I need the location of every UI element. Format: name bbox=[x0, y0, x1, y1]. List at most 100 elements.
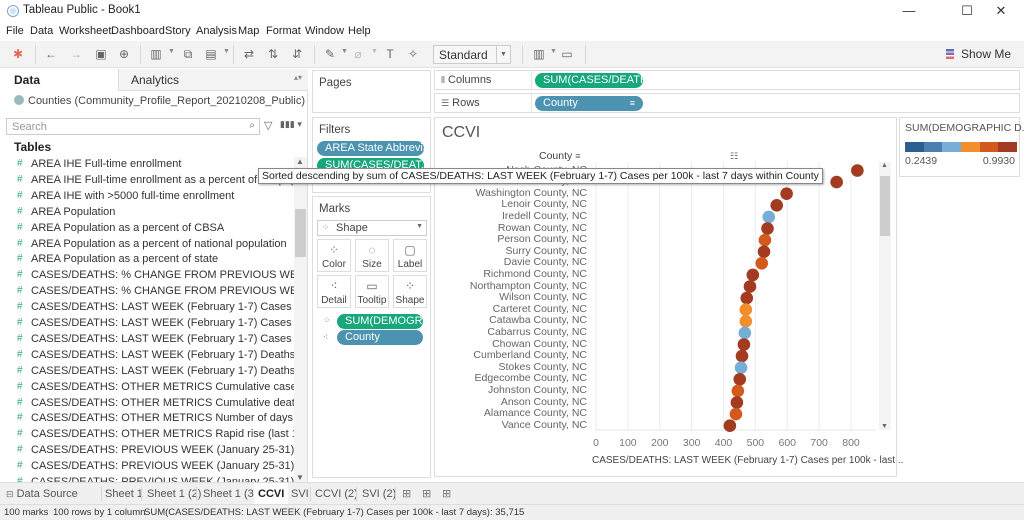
data-point[interactable] bbox=[739, 315, 753, 328]
field-item[interactable]: # CASES/DEATHS: LAST WEEK (February 1-7) … bbox=[0, 364, 295, 380]
show-labels-icon[interactable]: T bbox=[382, 46, 398, 62]
data-point[interactable] bbox=[730, 396, 744, 409]
marks-pill-demographic[interactable]: SUM(DEMOGR.. bbox=[337, 314, 423, 329]
view-scrollbar[interactable]: ▲ ▼ bbox=[879, 162, 891, 430]
mark-type-select[interactable]: ⁘ Shape ▼ bbox=[317, 220, 427, 236]
marks-detail-button[interactable]: ⁖ Detail bbox=[317, 275, 351, 308]
data-point[interactable] bbox=[780, 187, 793, 200]
new-worksheet-icon[interactable]: ▥ bbox=[148, 46, 164, 62]
tab-ccvi-2[interactable]: CCVI (2) bbox=[315, 483, 358, 505]
marks-color-button[interactable]: ⁘ Color bbox=[317, 239, 351, 272]
data-point[interactable] bbox=[770, 199, 784, 212]
marks-label-button[interactable]: ▢ Label bbox=[393, 239, 427, 272]
tab-sheet-1[interactable]: Sheet 1 bbox=[105, 483, 143, 505]
menu-format[interactable]: Format bbox=[266, 25, 301, 37]
sort-descending-icon[interactable]: ⇵ bbox=[289, 46, 305, 62]
menu-map[interactable]: Map bbox=[238, 25, 259, 37]
menu-file[interactable]: File bbox=[6, 25, 24, 37]
pane-menu-icon[interactable]: ▴▾ bbox=[294, 73, 302, 82]
data-point[interactable] bbox=[851, 164, 864, 177]
field-item[interactable]: # AREA Population as a percent of CBSA bbox=[0, 221, 295, 237]
tab-sheet-1-2[interactable]: Sheet 1 (2) bbox=[147, 483, 201, 505]
marks-tooltip-button[interactable]: ▭ Tooltip bbox=[355, 275, 389, 308]
undo-icon[interactable]: ← bbox=[43, 46, 59, 62]
scroll-down-icon[interactable]: ▼ bbox=[881, 423, 888, 430]
columns-pill[interactable]: SUM(CASES/DEATH.. bbox=[535, 73, 643, 88]
data-point[interactable] bbox=[738, 326, 752, 340]
field-list-scrollbar[interactable]: ▲ ▼ bbox=[294, 157, 307, 482]
clear-sheet-icon[interactable]: ▤ bbox=[203, 46, 219, 62]
field-item[interactable]: # CASES/DEATHS: PREVIOUS WEEK (January 25… bbox=[0, 443, 295, 459]
group-dropdown[interactable]: ▼ bbox=[371, 48, 378, 55]
field-item[interactable]: # CASES/DEATHS: OTHER METRICS Cumulative … bbox=[0, 396, 295, 412]
menu-window[interactable]: Window bbox=[305, 25, 344, 37]
show-cards-dropdown[interactable]: ▼ bbox=[550, 48, 557, 55]
data-point[interactable] bbox=[737, 338, 751, 351]
data-point[interactable] bbox=[830, 175, 843, 189]
new-datasource-icon[interactable]: ⊕ bbox=[116, 46, 132, 62]
menu-analysis[interactable]: Analysis bbox=[196, 25, 237, 37]
data-point[interactable] bbox=[743, 280, 757, 293]
field-item[interactable]: # CASES/DEATHS: % CHANGE FROM PREVIOUS WE… bbox=[0, 284, 295, 300]
menu-dashboard[interactable]: Dashboard bbox=[111, 25, 165, 37]
marks-size-button[interactable]: ◌ Size bbox=[355, 239, 389, 272]
highlight-dropdown[interactable]: ▼ bbox=[341, 48, 348, 55]
data-point[interactable] bbox=[723, 419, 737, 433]
minimize-button[interactable]: — bbox=[886, 0, 932, 22]
new-worksheet-dropdown[interactable]: ▼ bbox=[168, 48, 175, 55]
menu-story[interactable]: Story bbox=[165, 25, 191, 37]
field-item[interactable]: # CASES/DEATHS: OTHER METRICS Number of d… bbox=[0, 411, 295, 427]
group-icon[interactable]: ⌀ bbox=[350, 46, 366, 62]
field-item[interactable]: # CASES/DEATHS: % CHANGE FROM PREVIOUS WE… bbox=[0, 268, 295, 284]
data-point[interactable] bbox=[761, 222, 774, 235]
x-axis-title[interactable]: CASES/DEATHS: LAST WEEK (February 1-7) C… bbox=[592, 455, 903, 466]
close-button[interactable]: ✕ bbox=[978, 0, 1024, 22]
new-worksheet-tab-icon[interactable]: ⊞ bbox=[402, 483, 411, 505]
data-point[interactable] bbox=[733, 373, 747, 386]
tab-ccvi[interactable]: CCVI bbox=[254, 483, 289, 505]
datasource-item[interactable]: Counties (Community_Profile_Report_20210… bbox=[14, 95, 305, 107]
presentation-icon[interactable]: ▭ bbox=[559, 46, 575, 62]
filter-icon[interactable]: ▽ bbox=[264, 119, 272, 132]
tableau-logo-icon[interactable]: ✱ bbox=[10, 46, 26, 62]
search-input[interactable]: Search ⌕ bbox=[6, 118, 260, 135]
redo-icon[interactable]: → bbox=[68, 46, 84, 62]
menu-help[interactable]: Help bbox=[348, 25, 371, 37]
field-item[interactable]: # CASES/DEATHS: PREVIOUS WEEK (January 25… bbox=[0, 459, 295, 475]
field-item[interactable]: # AREA Population bbox=[0, 205, 295, 221]
data-point[interactable] bbox=[740, 291, 754, 305]
pin-icon[interactable]: ✧ bbox=[405, 46, 421, 62]
show-cards-icon[interactable]: ▥ bbox=[531, 46, 547, 62]
marks-pill-county[interactable]: County bbox=[337, 330, 423, 345]
field-item[interactable]: # CASES/DEATHS: LAST WEEK (February 1-7) … bbox=[0, 332, 295, 348]
field-item[interactable]: # AREA IHE with >5000 full-time enrollmen… bbox=[0, 189, 295, 205]
data-point[interactable] bbox=[757, 245, 771, 258]
tab-data[interactable]: Data bbox=[0, 69, 118, 91]
save-icon[interactable]: ▣ bbox=[93, 46, 109, 62]
data-point[interactable] bbox=[739, 303, 753, 316]
highlight-icon[interactable]: ✎ bbox=[322, 46, 338, 62]
scroll-thumb[interactable] bbox=[880, 176, 890, 236]
data-point[interactable] bbox=[755, 257, 769, 270]
view-options-icon[interactable]: ▮▮▮ ▾ bbox=[280, 119, 302, 130]
data-point[interactable] bbox=[731, 384, 745, 398]
new-dashboard-tab-icon[interactable]: ⊞ bbox=[422, 483, 431, 505]
field-item[interactable]: # CASES/DEATHS: PREVIOUS WEEK (January 25… bbox=[0, 475, 295, 482]
duplicate-sheet-icon[interactable]: ⧉ bbox=[180, 46, 196, 62]
tab-analytics[interactable]: Analytics ▴▾ bbox=[118, 69, 308, 91]
data-point[interactable] bbox=[729, 407, 743, 421]
field-item[interactable]: # AREA Population as a percent of nationa… bbox=[0, 237, 295, 253]
tab-sheet-1-3[interactable]: Sheet 1 (3) bbox=[203, 483, 257, 505]
scroll-thumb[interactable] bbox=[295, 209, 306, 257]
menu-data[interactable]: Data bbox=[30, 25, 53, 37]
menu-worksheet[interactable]: Worksheet bbox=[59, 25, 111, 37]
tab-svi-2[interactable]: SVI (2) bbox=[362, 483, 396, 505]
scroll-up-icon[interactable]: ▲ bbox=[881, 162, 888, 169]
data-point[interactable] bbox=[746, 268, 760, 282]
field-item[interactable]: # CASES/DEATHS: LAST WEEK (February 1-7) … bbox=[0, 348, 295, 364]
filter-pill-state[interactable]: AREA State Abbrevia.. bbox=[317, 141, 424, 156]
fit-select[interactable]: Standard ▼ bbox=[433, 45, 511, 64]
data-point[interactable] bbox=[762, 210, 776, 224]
marks-shape-button[interactable]: ⁘ Shape bbox=[393, 275, 427, 308]
data-point[interactable] bbox=[758, 233, 772, 247]
